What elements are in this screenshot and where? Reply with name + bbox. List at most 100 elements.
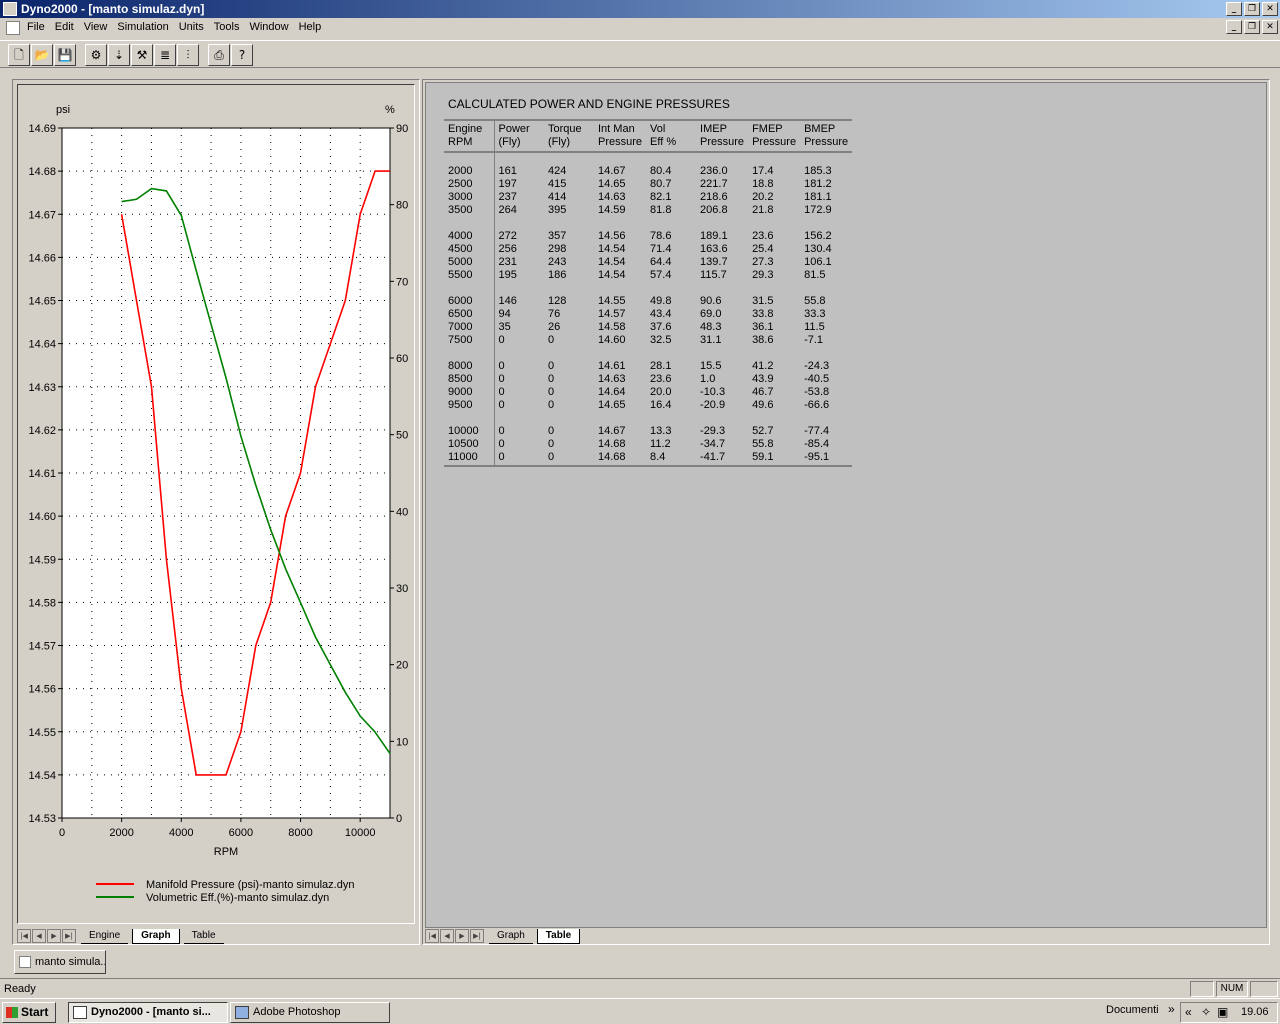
chevron-left-icon[interactable]: « xyxy=(1185,1005,1192,1019)
menu-units[interactable]: Units xyxy=(179,21,204,33)
table-cell: 181.1 xyxy=(804,191,832,203)
mdi-window-button[interactable]: manto simula... xyxy=(14,950,106,974)
status-bar: Ready NUM xyxy=(0,978,1280,998)
table-cell: 26 xyxy=(548,321,561,333)
first-sheet-icon[interactable]: |◀ xyxy=(425,929,439,943)
table-cell: 14.67 xyxy=(598,425,626,437)
menu-tools[interactable]: Tools xyxy=(214,21,240,33)
first-sheet-icon[interactable]: |◀ xyxy=(17,929,31,943)
table-cell: 106.1 xyxy=(804,256,832,268)
new-file-icon[interactable]: 🗋 xyxy=(8,44,30,66)
table-cell: 94 xyxy=(498,308,511,320)
table-row: 3500 264 395 14.59 81.8 206.8 21.8 172.9 xyxy=(444,204,852,217)
table-cell: 0 xyxy=(498,360,505,372)
mdi-strip xyxy=(0,948,1280,976)
tab-table[interactable]: Table xyxy=(183,929,224,944)
right-sheet-tabs: |◀ ◀ ▶ ▶| Graph Table xyxy=(425,928,581,944)
save-icon[interactable]: 💾 xyxy=(54,44,76,66)
menu-file[interactable]: File xyxy=(27,21,45,33)
right-tick-label: 40 xyxy=(396,506,408,518)
table-cell: 76 xyxy=(548,308,561,320)
right-tick-label: 70 xyxy=(396,276,408,288)
table-row: 6500 94 76 14.57 43.4 69.0 33.8 33.3 xyxy=(444,308,852,321)
menu-help[interactable]: Help xyxy=(299,21,322,33)
table-cell: -53.8 xyxy=(804,386,830,398)
status-panel-empty xyxy=(1190,981,1214,997)
restore-button[interactable]: ❐ xyxy=(1244,2,1260,16)
table-title: CALCULATED POWER AND ENGINE PRESSURES xyxy=(448,97,730,111)
doc-restore-button[interactable]: ❐ xyxy=(1244,20,1260,34)
table-cell: 181.2 xyxy=(804,178,832,190)
cam-icon[interactable]: ⚒ xyxy=(131,44,153,66)
table-row: 10000 0 0 14.67 13.3 -29.3 52.7 -77.4 xyxy=(444,425,852,438)
chart: 14.69 14.68 14.67 14.66 14.65 14.64 14.63 14.62… xyxy=(28,104,408,904)
table-cell: 2000 xyxy=(444,165,495,178)
document-icon[interactable] xyxy=(6,21,20,35)
close-button[interactable]: ✕ xyxy=(1262,2,1278,16)
valve-icon[interactable]: ⇣ xyxy=(108,44,130,66)
table-cell: 80.7 xyxy=(650,178,672,190)
last-sheet-icon[interactable]: ▶| xyxy=(470,929,484,943)
menu-edit[interactable]: Edit xyxy=(55,21,74,33)
table-row: 6000 146 128 14.55 49.8 90.6 31.5 55.8 xyxy=(444,295,852,308)
network-icon[interactable]: ✧ xyxy=(1201,1005,1211,1019)
table-cell: 3000 xyxy=(444,191,495,204)
right-tick-label: 10 xyxy=(396,736,408,748)
table-cell: 231 xyxy=(498,256,517,268)
windows-logo-icon xyxy=(6,1007,18,1018)
tab-engine[interactable]: Engine xyxy=(81,929,129,944)
table-cell: 8500 xyxy=(444,373,495,386)
tab-graph[interactable]: Graph xyxy=(132,928,180,944)
left-tick-label: 14.55 xyxy=(28,727,56,739)
table-cell: 36.1 xyxy=(752,321,774,333)
menu-bar: File Edit View Simulation Units Tools Wi… xyxy=(0,18,1280,38)
x-tick-label: 0 xyxy=(59,827,65,839)
manifold-icon[interactable]: ≣ xyxy=(154,44,176,66)
tab-table[interactable]: Table xyxy=(536,928,581,944)
task-dyno2000[interactable]: Dyno2000 - [manto si... xyxy=(68,1002,228,1023)
help-icon[interactable]: ? xyxy=(231,44,253,66)
menu-view[interactable]: View xyxy=(84,21,108,33)
engine-icon[interactable]: ⚙ xyxy=(85,44,107,66)
doc-minimize-button[interactable]: _ xyxy=(1226,20,1242,34)
left-tick-label: 14.63 xyxy=(28,382,56,394)
table-cell: 221.7 xyxy=(700,178,728,190)
table-cell: 0 xyxy=(498,334,505,346)
prev-sheet-icon[interactable]: ◀ xyxy=(440,929,454,943)
documents-toolbar-label[interactable]: Documenti xyxy=(1106,1004,1159,1016)
app-icon[interactable] xyxy=(3,2,17,16)
exhaust-icon[interactable]: ⫶ xyxy=(177,44,199,66)
table-cell: 7000 xyxy=(444,321,495,334)
prev-sheet-icon[interactable]: ◀ xyxy=(32,929,46,943)
monitor-icon[interactable]: ▣ xyxy=(1217,1005,1228,1019)
print-icon[interactable]: ⎙ xyxy=(208,44,230,66)
window-title: Dyno2000 - [manto simulaz.dyn] xyxy=(21,2,205,16)
chevron-right-icon[interactable]: » xyxy=(1168,1002,1175,1016)
table-cell: 6500 xyxy=(444,308,495,321)
table-cell: 55.8 xyxy=(752,438,774,450)
table-cell: 14.63 xyxy=(598,373,626,385)
next-sheet-icon[interactable]: ▶ xyxy=(455,929,469,943)
task-photoshop[interactable]: Adobe Photoshop xyxy=(230,1002,390,1023)
menu-simulation[interactable]: Simulation xyxy=(117,21,168,33)
tab-graph[interactable]: Graph xyxy=(489,929,533,944)
table-cell: 32.5 xyxy=(650,334,672,346)
menu-window[interactable]: Window xyxy=(249,21,288,33)
start-button[interactable]: Start xyxy=(2,1002,56,1023)
results-table: Engine Power Torque Int Man Vol IMEP FMEP BMEP R… xyxy=(444,119,853,467)
left-tick-label: 14.64 xyxy=(28,339,56,351)
graph-area: 14.69 14.68 14.67 14.66 14.65 14.64 14.63 14.62… xyxy=(17,84,415,924)
doc-close-button[interactable]: ✕ xyxy=(1262,20,1278,34)
next-sheet-icon[interactable]: ▶ xyxy=(47,929,61,943)
table-cell: 80.4 xyxy=(650,165,672,177)
table-cell: 20.2 xyxy=(752,191,774,203)
column-header: Int Man xyxy=(594,119,647,136)
minimize-button[interactable]: _ xyxy=(1226,2,1242,16)
table-cell: 236.0 xyxy=(700,165,728,177)
table-cell: 71.4 xyxy=(650,243,672,255)
clock[interactable]: 19.06 xyxy=(1241,1006,1269,1018)
open-folder-icon[interactable]: 📂 xyxy=(31,44,53,66)
table-cell: 64.4 xyxy=(650,256,672,268)
table-cell: 43.9 xyxy=(752,373,774,385)
last-sheet-icon[interactable]: ▶| xyxy=(62,929,76,943)
